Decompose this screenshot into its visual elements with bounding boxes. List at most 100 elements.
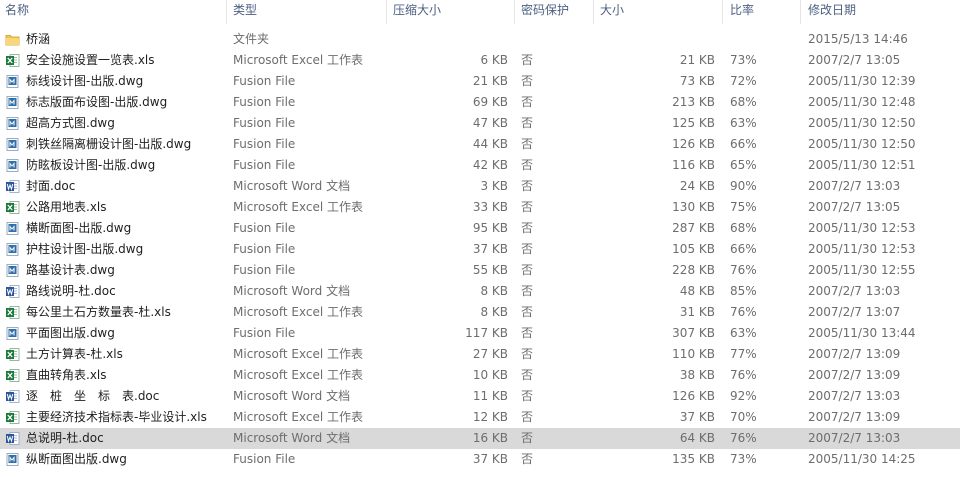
compressed-size [388, 29, 508, 50]
file-row[interactable]: 直曲转角表.xls Microsoft Excel 工作表 10 KB 否 38 KB 7… [0, 365, 960, 386]
file-size: 228 KB [672, 263, 715, 277]
file-type: Fusion File [233, 263, 296, 277]
modified-date: 2005/11/30 12:53 [808, 242, 916, 256]
file-type: Microsoft Word 文档 [233, 389, 351, 403]
password-protected: 否 [521, 284, 534, 298]
file-row[interactable]: 防眩板设计图-出版.dwg Fusion File 42 KB 否 116 KB 65% 2… [0, 155, 960, 176]
file-size: 110 KB [672, 347, 715, 361]
modified-date: 2005/11/30 12:48 [808, 95, 916, 109]
password-protected: 否 [521, 200, 534, 214]
file-row[interactable]: 平面图出版.dwg Fusion File 117 KB 否 307 KB 63% 2005… [0, 323, 960, 344]
column-divider[interactable] [226, 0, 227, 24]
column-header-ratio[interactable]: 比率 [730, 0, 754, 22]
file-name: 路基设计表.dwg [26, 263, 115, 277]
file-row[interactable]: 刺铁丝隔离栅设计图-出版.dwg Fusion File 44 KB 否 126 KB 6… [0, 134, 960, 155]
file-name: 超高方式图.dwg [26, 116, 115, 130]
modified-date: 2007/2/7 13:09 [808, 347, 901, 361]
modified-date: 2005/11/30 12:51 [808, 158, 916, 172]
file-type: Fusion File [233, 326, 296, 340]
file-row[interactable]: 桥涵 文件夹 2015/5/13 14:46 [0, 29, 960, 50]
file-size: 135 KB [672, 452, 715, 466]
compression-ratio: 76% [730, 263, 757, 277]
column-header-size[interactable]: 大小 [600, 0, 624, 22]
column-divider[interactable] [593, 0, 594, 24]
file-name: 安全设施设置一览表.xls [26, 53, 155, 67]
file-row[interactable]: 公路用地表.xls Microsoft Excel 工作表 33 KB 否 130 KB… [0, 197, 960, 218]
excel-icon [5, 200, 20, 215]
column-divider[interactable] [800, 0, 801, 24]
column-divider[interactable] [514, 0, 515, 24]
modified-date: 2005/11/30 12:53 [808, 221, 916, 235]
modified-date: 2005/11/30 13:44 [808, 326, 916, 340]
password-protected: 否 [521, 410, 534, 424]
file-type: Fusion File [233, 242, 296, 256]
password-protected: 否 [521, 389, 534, 403]
file-size: 126 KB [672, 389, 715, 403]
column-header-bar: 名称 类型 压缩大小 密码保护 大小 比率 修改日期 [0, 0, 966, 24]
file-type: Fusion File [233, 116, 296, 130]
column-header-type[interactable]: 类型 [233, 0, 257, 22]
column-header-password[interactable]: 密码保护 [521, 0, 569, 22]
file-row[interactable]: 安全设施设置一览表.xls Microsoft Excel 工作表 6 KB 否 21 … [0, 50, 960, 71]
file-type: Fusion File [233, 95, 296, 109]
file-name: 封面.doc [26, 179, 76, 193]
compressed-size: 11 KB [472, 389, 508, 403]
word-icon [5, 284, 20, 299]
password-protected: 否 [521, 74, 534, 88]
password-protected: 否 [521, 158, 534, 172]
compression-ratio: 70% [730, 410, 757, 424]
file-row[interactable]: 封面.doc Microsoft Word 文档 3 KB 否 24 KB 90% 2007… [0, 176, 960, 197]
password-protected: 否 [521, 263, 534, 277]
file-row[interactable]: 逐 桩 坐 标 表.doc Microsoft Word 文档 11 KB 否 126 … [0, 386, 960, 407]
compression-ratio: 85% [730, 284, 757, 298]
compressed-size: 21 KB [472, 74, 508, 88]
file-size: 130 KB [672, 200, 715, 214]
file-row[interactable]: 路线说明-杜.doc Microsoft Word 文档 8 KB 否 48 KB 85%… [0, 281, 960, 302]
dwg-icon [5, 95, 20, 110]
file-name: 防眩板设计图-出版.dwg [26, 158, 156, 172]
excel-icon [5, 305, 20, 320]
modified-date: 2007/2/7 13:09 [808, 410, 901, 424]
file-size: 73 KB [679, 74, 715, 88]
file-row[interactable]: 每公里土石方数量表-杜.xls Microsoft Excel 工作表 8 KB 否 3… [0, 302, 960, 323]
file-type: Fusion File [233, 158, 296, 172]
compression-ratio: 68% [730, 221, 757, 235]
file-row[interactable]: 主要经济技术指标表-毕业设计.xls Microsoft Excel 工作表 12 … [0, 407, 960, 428]
column-header-compressed-size[interactable]: 压缩大小 [393, 0, 441, 22]
column-header-name[interactable]: 名称 [5, 0, 29, 22]
compression-ratio: 63% [730, 116, 757, 130]
column-header-modified[interactable]: 修改日期 [808, 0, 856, 22]
file-row[interactable]: 标志版面布设图-出版.dwg Fusion File 69 KB 否 213 KB 68%… [0, 92, 960, 113]
excel-icon [5, 347, 20, 362]
file-type: Fusion File [233, 452, 296, 466]
file-type: Microsoft Excel 工作表 [233, 410, 364, 424]
file-row[interactable]: 纵断面图出版.dwg Fusion File 37 KB 否 135 KB 73% 2005… [0, 449, 960, 470]
file-size: 307 KB [672, 326, 715, 340]
compression-ratio: 72% [730, 74, 757, 88]
modified-date: 2007/2/7 13:03 [808, 389, 901, 403]
file-type: Microsoft Word 文档 [233, 431, 351, 445]
password-protected: 否 [521, 242, 534, 256]
file-row[interactable]: 标线设计图-出版.dwg Fusion File 21 KB 否 73 KB 72% 200… [0, 71, 960, 92]
file-row[interactable]: 土方计算表-杜.xls Microsoft Excel 工作表 27 KB 否 110 … [0, 344, 960, 365]
file-size: 213 KB [672, 95, 715, 109]
compressed-size: 44 KB [472, 137, 508, 151]
password-protected: 否 [521, 347, 534, 361]
file-row[interactable]: 路基设计表.dwg Fusion File 55 KB 否 228 KB 76% 2005/… [0, 260, 960, 281]
file-name: 标志版面布设图-出版.dwg [26, 95, 168, 109]
dwg-icon [5, 221, 20, 236]
file-size: 48 KB [679, 284, 715, 298]
password-protected: 否 [521, 53, 534, 67]
file-row[interactable]: 超高方式图.dwg Fusion File 47 KB 否 125 KB 63% 2005/… [0, 113, 960, 134]
column-divider[interactable] [722, 0, 723, 24]
modified-date: 2005/11/30 12:55 [808, 263, 916, 277]
excel-icon [5, 53, 20, 68]
password-protected: 否 [521, 452, 534, 466]
file-row[interactable]: 横断面图-出版.dwg Fusion File 95 KB 否 287 KB 68% 200… [0, 218, 960, 239]
modified-date: 2015/5/13 14:46 [808, 32, 908, 46]
file-row[interactable]: 护柱设计图-出版.dwg Fusion File 37 KB 否 105 KB 66% 20… [0, 239, 960, 260]
modified-date: 2007/2/7 13:05 [808, 200, 901, 214]
compression-ratio: 63% [730, 326, 757, 340]
file-row[interactable]: 总说明-杜.doc Microsoft Word 文档 16 KB 否 64 KB 76%… [0, 428, 960, 449]
column-divider[interactable] [386, 0, 387, 24]
